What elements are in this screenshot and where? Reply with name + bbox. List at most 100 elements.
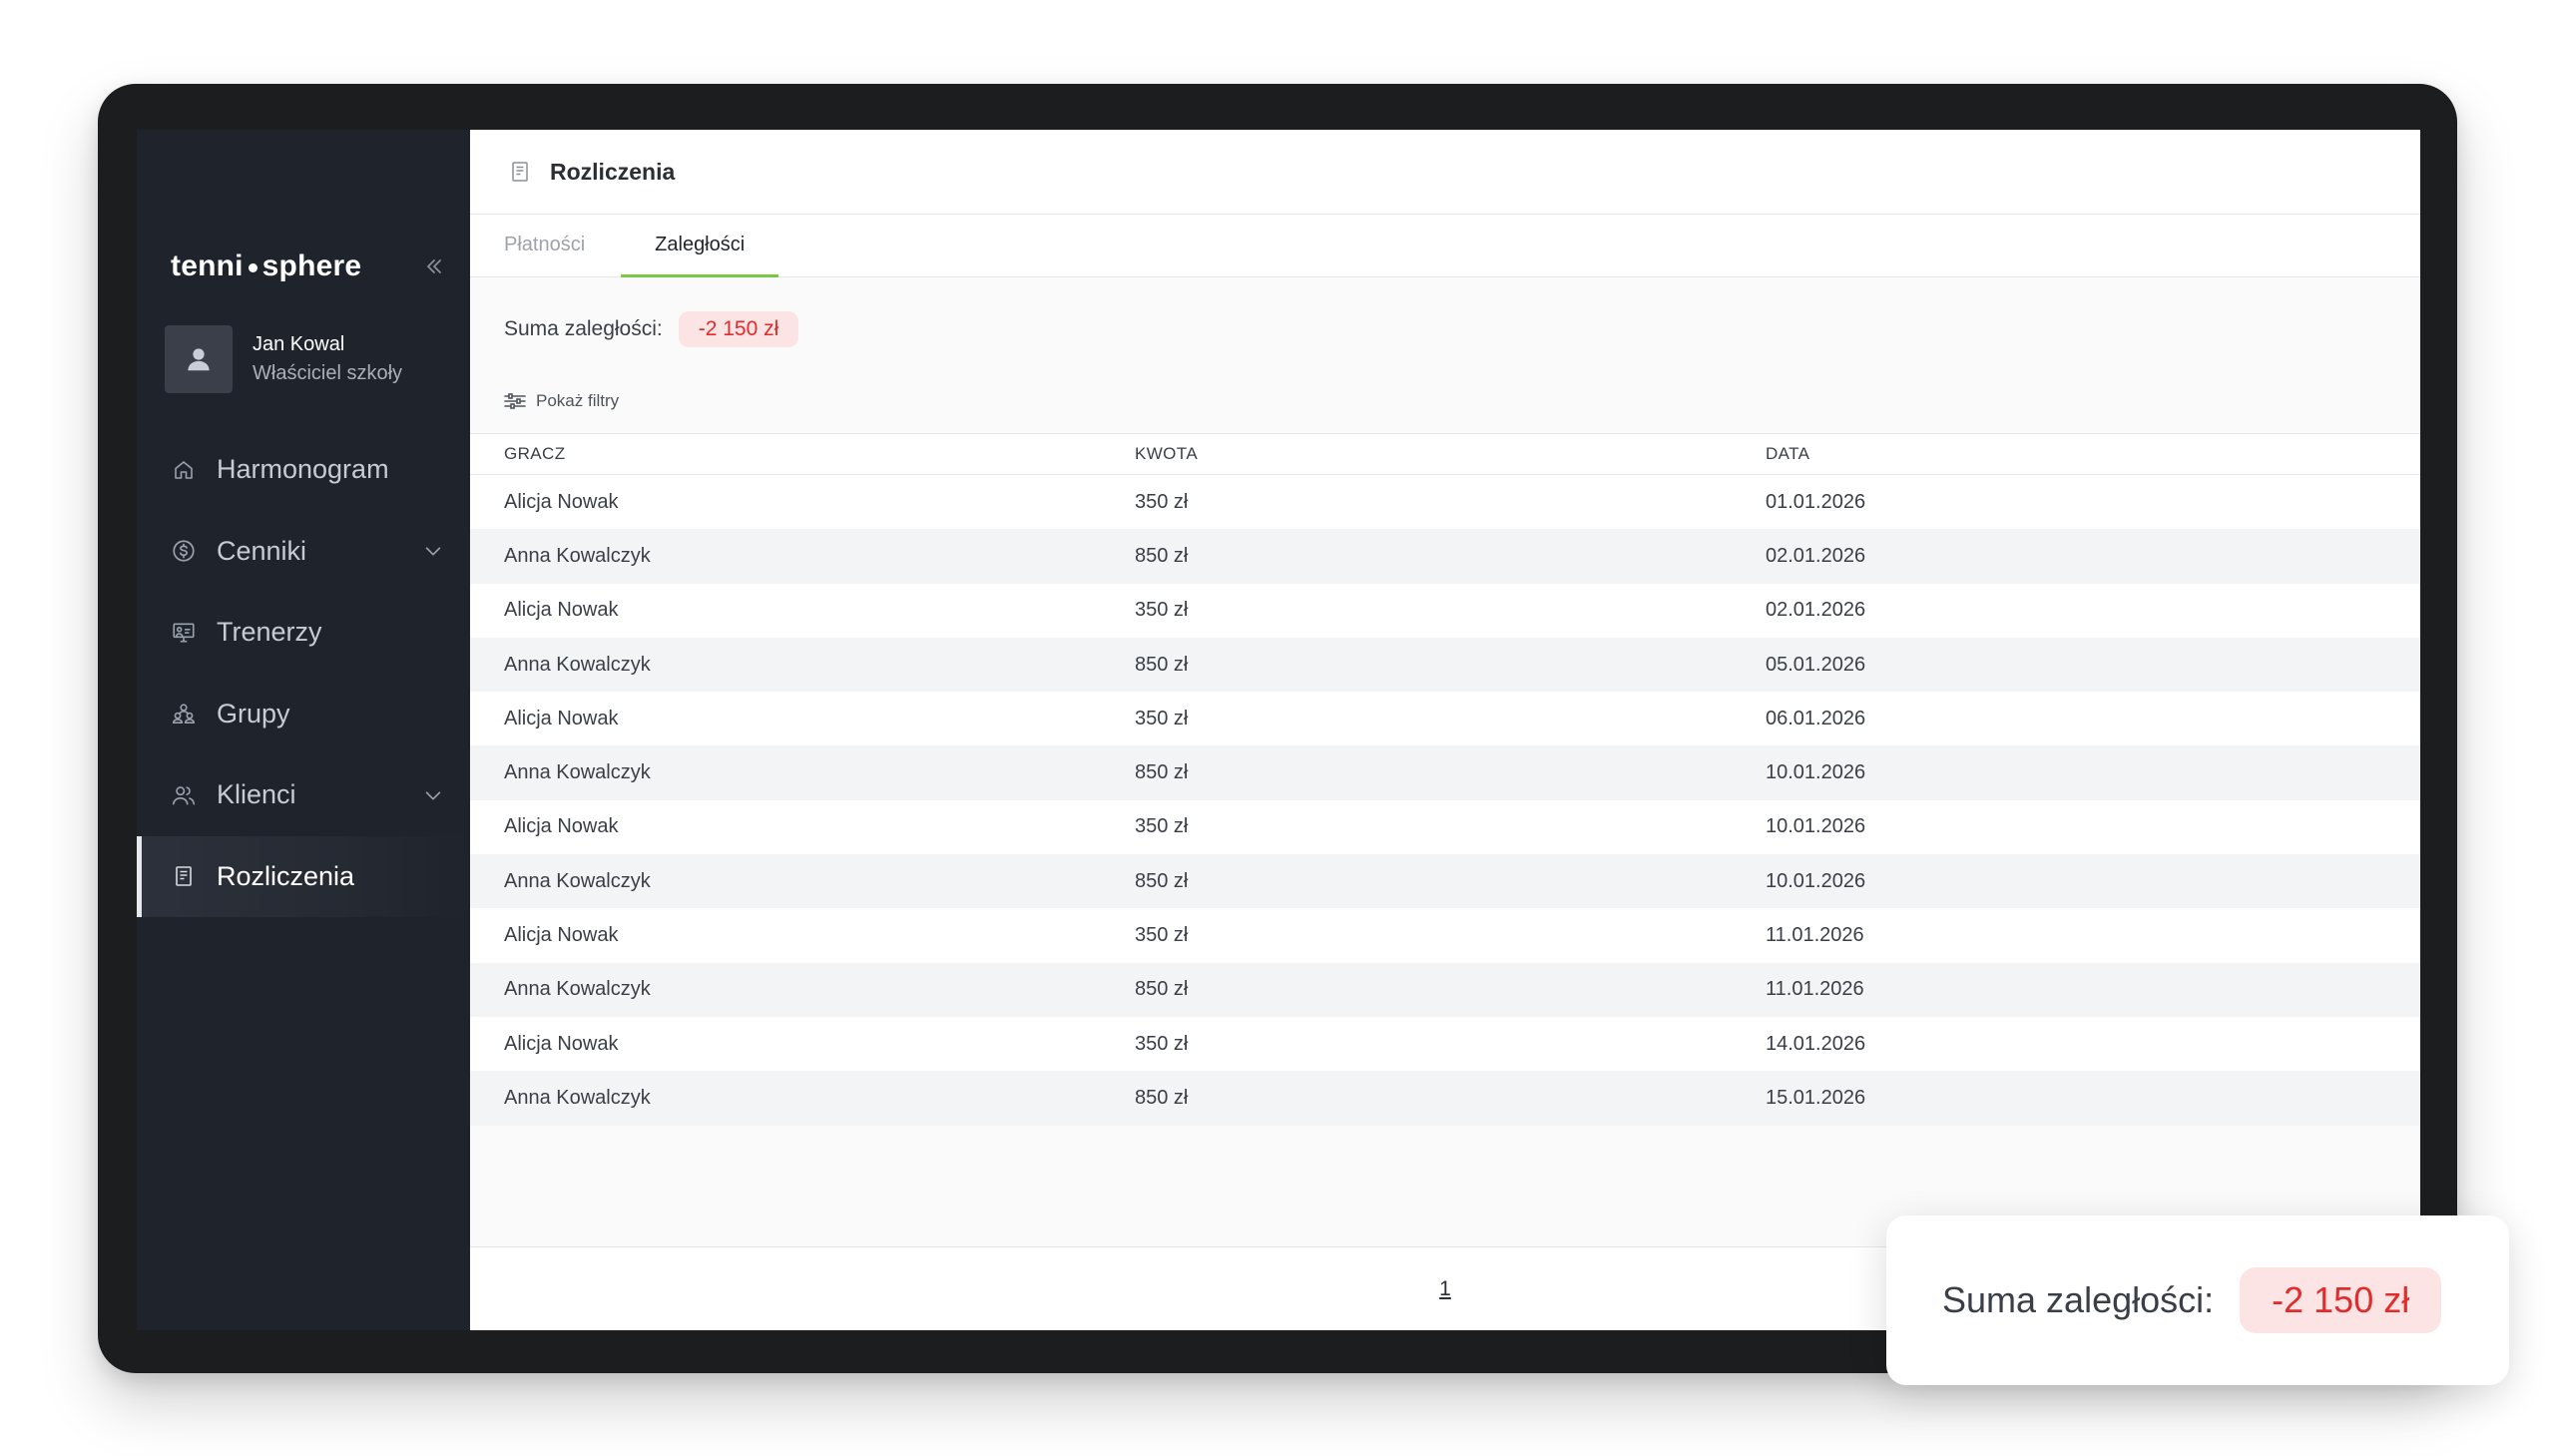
sidebar-item-rozliczenia[interactable]: Rozliczenia: [137, 835, 470, 917]
sidebar-item-grupy[interactable]: Grupy: [137, 674, 470, 755]
logo-row: tenni sphere: [171, 249, 448, 283]
cell-date: 10.01.2026: [1766, 869, 1866, 892]
cell-player: Alicja Nowak: [504, 1032, 619, 1055]
table-row[interactable]: Alicja Nowak 350 zł 06.01.2026: [470, 692, 2420, 746]
receipt-icon: [508, 159, 532, 185]
receipt-icon: [169, 861, 199, 891]
cell-player: Anna Kowalczyk: [504, 761, 651, 784]
tab-zaleglosci[interactable]: Zaległości: [621, 234, 779, 277]
cell-player: Anna Kowalczyk: [504, 544, 651, 567]
cell-amount: 850 zł: [1135, 544, 1189, 567]
table-row[interactable]: Alicja Nowak 350 zł 02.01.2026: [470, 583, 2420, 638]
cell-amount: 350 zł: [1135, 707, 1189, 729]
debts-table: GRACZ KWOTA DATA Alicja Nowak 350 zł 01.01…: [470, 433, 2420, 1126]
tab-bar: Płatności Zaległości: [470, 215, 2420, 277]
cell-date: 10.01.2026: [1766, 761, 1866, 784]
user-avatar-icon: [188, 348, 210, 371]
table-row[interactable]: Alicja Nowak 350 zł 10.01.2026: [470, 799, 2420, 855]
table-row[interactable]: Alicja Nowak 350 zł 14.01.2026: [470, 1016, 2420, 1072]
cell-date: 11.01.2026: [1766, 924, 1864, 947]
user-text: Jan Kowal Właściciel szkoły: [253, 330, 402, 388]
chevron-down-icon[interactable]: [420, 538, 446, 564]
column-header-player[interactable]: GRACZ: [470, 444, 1101, 464]
cell-amount: 850 zł: [1135, 869, 1189, 892]
cell-player: Anna Kowalczyk: [504, 1086, 651, 1109]
table-header: GRACZ KWOTA DATA: [470, 433, 2420, 475]
cell-amount: 350 zł: [1135, 1032, 1189, 1055]
sidebar-nav: Harmonogram Cenniki Trenerzy Grupy Klien…: [137, 429, 470, 917]
user-name: Jan Kowal: [253, 333, 345, 355]
logo-text-right: sphere: [261, 249, 362, 282]
sidebar-item-cenniki[interactable]: Cenniki: [137, 511, 470, 593]
cell-date: 02.01.2026: [1766, 599, 1866, 622]
cell-date: 11.01.2026: [1766, 978, 1864, 1001]
app-screen: tenni sphere Jan Kowal Właściciel szkoły …: [137, 130, 2420, 1330]
sidebar-item-harmonogram[interactable]: Harmonogram: [137, 429, 470, 511]
cell-date: 06.01.2026: [1766, 707, 1866, 729]
table-row[interactable]: Anna Kowalczyk 850 zł 15.01.2026: [470, 1071, 2420, 1126]
chevron-down-icon[interactable]: [420, 782, 446, 808]
cell-date: 05.01.2026: [1766, 653, 1866, 676]
tab-platnosci[interactable]: Płatności: [504, 234, 585, 276]
callout-badge: -2 150 zł: [2240, 1267, 2442, 1333]
cell-player: Alicja Nowak: [504, 490, 619, 513]
cell-amount: 350 zł: [1135, 599, 1189, 622]
cell-amount: 850 zł: [1135, 761, 1189, 784]
debt-summary-label: Suma zaległości:: [504, 317, 663, 340]
show-filters-button[interactable]: Pokaż filtry: [504, 391, 619, 411]
column-header-amount[interactable]: KWOTA: [1101, 444, 1732, 464]
collapse-sidebar-button[interactable]: [420, 252, 448, 280]
cell-amount: 350 zł: [1135, 924, 1189, 947]
table-row[interactable]: Anna Kowalczyk 850 zł 02.01.2026: [470, 529, 2420, 584]
debt-summary-badge: -2 150 zł: [678, 311, 799, 347]
cell-player: Alicja Nowak: [504, 924, 619, 947]
user-profile[interactable]: Jan Kowal Właściciel szkoły: [165, 325, 402, 393]
presentation-board-icon: [169, 618, 199, 648]
topbar: Rozliczenia: [470, 130, 2420, 215]
cell-player: Anna Kowalczyk: [504, 978, 651, 1001]
cell-player: Anna Kowalczyk: [504, 869, 651, 892]
app-logo: tenni sphere: [171, 249, 361, 283]
dollar-circle-icon: [169, 536, 199, 566]
table-body: Alicja Nowak 350 zł 01.01.2026 Anna Kowalc…: [470, 475, 2420, 1126]
sidebar-item-label: Harmonogram: [217, 454, 389, 485]
sidebar-item-label: Klienci: [217, 779, 296, 810]
cell-date: 02.01.2026: [1766, 544, 1866, 567]
table-row[interactable]: Anna Kowalczyk 850 zł 11.01.2026: [470, 962, 2420, 1017]
cell-amount: 850 zł: [1135, 978, 1189, 1001]
cell-date: 15.01.2026: [1766, 1086, 1866, 1109]
avatar: [165, 325, 233, 393]
cell-amount: 850 zł: [1135, 653, 1189, 676]
cell-player: Alicja Nowak: [504, 599, 619, 622]
page-link-current[interactable]: 1: [1439, 1277, 1451, 1301]
logo-text-left: tenni: [171, 249, 244, 282]
column-header-date[interactable]: DATA: [1732, 444, 2420, 464]
cell-amount: 850 zł: [1135, 1086, 1189, 1109]
chevrons-left-icon: [427, 259, 441, 273]
debt-summary-callout: Suma zaległości: -2 150 zł: [1886, 1215, 2509, 1385]
sidebar-item-label: Cenniki: [217, 535, 307, 566]
cell-player: Alicja Nowak: [504, 707, 619, 729]
sidebar-item-label: Grupy: [217, 698, 290, 728]
sidebar: tenni sphere Jan Kowal Właściciel szkoły …: [137, 130, 470, 1330]
sidebar-item-label: Trenerzy: [217, 617, 322, 648]
user-role: Właściciel szkoły: [253, 362, 403, 384]
show-filters-label: Pokaż filtry: [536, 391, 620, 410]
users-icon: [169, 780, 199, 810]
debt-summary: Suma zaległości: -2 150 zł: [504, 311, 799, 347]
table-row[interactable]: Alicja Nowak 350 zł 01.01.2026: [470, 475, 2420, 530]
table-row[interactable]: Anna Kowalczyk 850 zł 05.01.2026: [470, 637, 2420, 693]
callout-label: Suma zaległości:: [1942, 1279, 2215, 1320]
page-title: Rozliczenia: [550, 158, 676, 185]
cell-date: 14.01.2026: [1766, 1032, 1866, 1055]
sidebar-item-klienci[interactable]: Klienci: [137, 754, 470, 836]
sidebar-item-trenerzy[interactable]: Trenerzy: [137, 592, 470, 674]
cell-amount: 350 zł: [1135, 815, 1189, 838]
table-row[interactable]: Alicja Nowak 350 zł 11.01.2026: [470, 908, 2420, 963]
home-icon: [169, 455, 199, 485]
table-row[interactable]: Anna Kowalczyk 850 zł 10.01.2026: [470, 745, 2420, 800]
main-content: Rozliczenia Płatności Zaległości Suma za…: [470, 130, 2420, 1330]
sliders-icon: [504, 392, 526, 410]
table-row[interactable]: Anna Kowalczyk 850 zł 10.01.2026: [470, 854, 2420, 909]
cell-date: 01.01.2026: [1766, 490, 1866, 513]
